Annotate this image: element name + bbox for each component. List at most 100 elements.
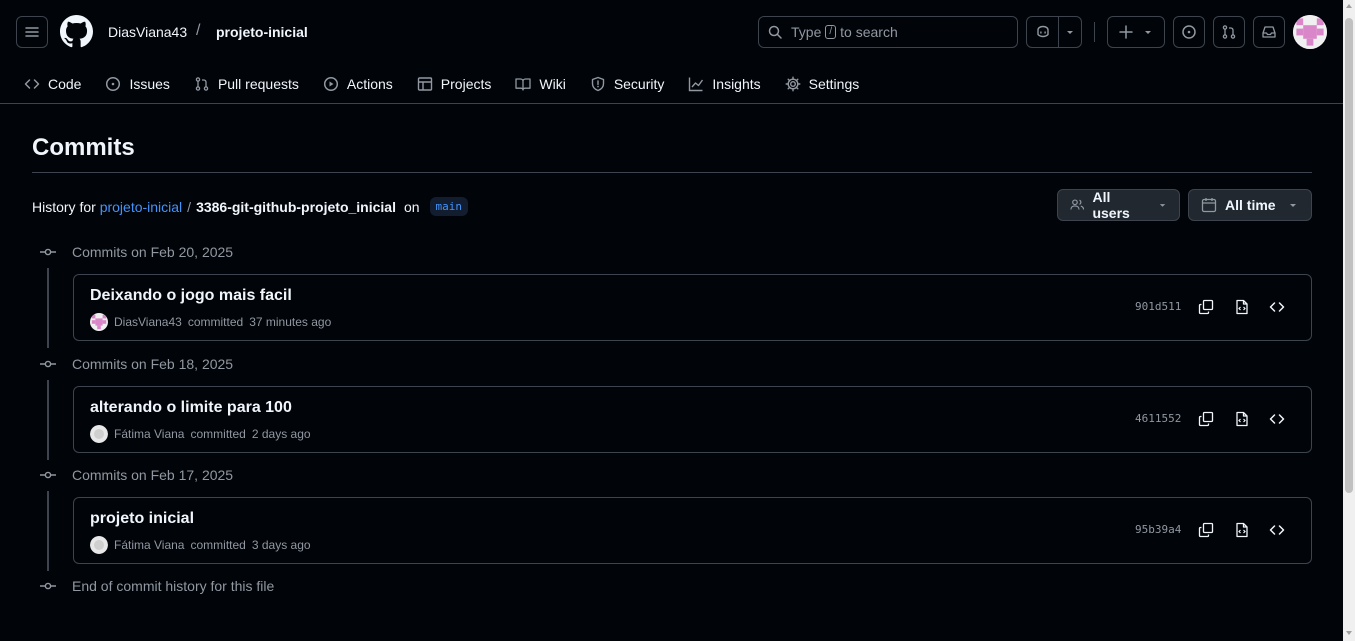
- tab-label: Issues: [129, 76, 170, 92]
- view-commit-details-button[interactable]: [1230, 407, 1254, 431]
- github-logo-icon[interactable]: [60, 15, 93, 48]
- tab-label: Projects: [440, 76, 492, 92]
- tab-wiki[interactable]: Wiki: [507, 68, 573, 100]
- tab-label: Security: [613, 76, 665, 92]
- copy-sha-button[interactable]: [1194, 518, 1218, 542]
- default-avatar-icon: [90, 425, 108, 443]
- scrollbar-thumb[interactable]: [1345, 18, 1353, 493]
- copy-sha-button[interactable]: [1194, 295, 1218, 319]
- view-commit-details-button[interactable]: [1230, 518, 1254, 542]
- scroll-down-arrow-icon[interactable]: [1346, 631, 1352, 635]
- tab-actions[interactable]: Actions: [315, 68, 401, 100]
- commit-action: committed: [187, 315, 244, 329]
- commit-group-date: Commits on Feb 20, 2025: [72, 244, 234, 260]
- history-breadcrumb: History for projeto-inicial / 3386-git-g…: [32, 197, 469, 216]
- browse-repo-at-commit-button[interactable]: [1265, 518, 1289, 542]
- commit-meta: Fátima Viana committed 3 days ago: [90, 536, 311, 554]
- all-time-filter-button[interactable]: All time: [1188, 189, 1312, 221]
- commit-time: 3 days ago: [251, 538, 311, 552]
- view-commit-details-button[interactable]: [1230, 295, 1254, 319]
- history-repo-link[interactable]: projeto-inicial: [100, 199, 182, 215]
- tab-issues[interactable]: Issues: [97, 68, 177, 100]
- issue-icon: [106, 76, 121, 92]
- caret-down-icon: [1289, 204, 1296, 207]
- hamburger-icon: [25, 27, 39, 37]
- commit-meta: Fátima Viana committed 2 days ago: [90, 425, 311, 443]
- commit-message-link[interactable]: alterando o limite para 100: [90, 399, 292, 417]
- play-icon: [323, 76, 338, 92]
- commit-group-node: [40, 356, 56, 372]
- author-avatar[interactable]: [90, 313, 108, 331]
- issue-icon: [1182, 25, 1196, 39]
- browse-repo-at-commit-button[interactable]: [1265, 295, 1289, 319]
- tab-label: Pull requests: [217, 76, 299, 92]
- commit-group-node: [40, 244, 56, 260]
- page-scrollbar[interactable]: [1343, 0, 1355, 641]
- tab-insights[interactable]: Insights: [680, 68, 768, 100]
- timeline-end-node: [40, 578, 56, 594]
- commit-row: alterando o limite para 100 Fátima Viana…: [73, 386, 1312, 453]
- tab-label: Insights: [712, 76, 761, 92]
- tab-pull-requests[interactable]: Pull requests: [186, 68, 307, 100]
- calendar-icon: [1201, 198, 1217, 213]
- tab-settings[interactable]: Settings: [777, 68, 868, 100]
- copy-sha-button[interactable]: [1194, 407, 1218, 431]
- search-shortcut-key: /: [825, 25, 837, 39]
- commit-group-node: [40, 467, 56, 483]
- history-path: 3386-git-github-projeto_inicial: [196, 198, 396, 215]
- copilot-dropdown-button[interactable]: [1059, 17, 1081, 47]
- file-code-icon: [1236, 299, 1248, 315]
- pull-request-icon: [195, 77, 209, 91]
- commit-sha-link[interactable]: 4611552: [1135, 412, 1181, 425]
- author-avatar[interactable]: [90, 425, 108, 443]
- tab-code[interactable]: Code: [16, 68, 89, 100]
- user-avatar[interactable]: [1293, 15, 1327, 49]
- commit-sha-link[interactable]: 95b39a4: [1135, 523, 1181, 536]
- create-new-button[interactable]: [1107, 16, 1165, 48]
- filter-label: All users: [1092, 189, 1130, 221]
- copilot-button-group: [1026, 16, 1082, 48]
- branch-badge[interactable]: main: [429, 197, 469, 216]
- plus-icon: [1119, 25, 1133, 39]
- timeline-line: [47, 491, 49, 571]
- author-avatar[interactable]: [90, 536, 108, 554]
- inbox-button[interactable]: [1253, 16, 1285, 48]
- timeline-line: [47, 380, 49, 460]
- gear-icon: [785, 76, 801, 92]
- copy-icon: [1198, 411, 1214, 427]
- commit-row: Deixando o jogo mais facil DiasViana43 c…: [73, 274, 1312, 341]
- commit-group-date: Commits on Feb 17, 2025: [72, 467, 234, 483]
- commit-group-date: Commits on Feb 18, 2025: [72, 356, 234, 372]
- commit-action: committed: [190, 427, 246, 441]
- commit-author[interactable]: Fátima Viana: [114, 427, 184, 441]
- repo-nav: Code Issues Pull requests Actions Projec…: [16, 64, 875, 104]
- repo-header: DiasViana43 / projeto-inicial Type / to …: [0, 0, 1343, 104]
- code-icon: [1269, 525, 1285, 535]
- tab-security[interactable]: Security: [582, 68, 673, 100]
- all-users-filter-button[interactable]: All users: [1057, 189, 1180, 221]
- search-placeholder-prefix: Type: [791, 24, 822, 40]
- menu-button[interactable]: [16, 16, 48, 48]
- title-divider: [32, 172, 1312, 173]
- commit-author[interactable]: DiasViana43: [114, 315, 182, 329]
- scroll-up-arrow-icon[interactable]: [1346, 4, 1352, 8]
- copy-icon: [1198, 522, 1214, 538]
- copilot-button[interactable]: [1027, 17, 1059, 47]
- caret-down-icon: [1159, 204, 1166, 207]
- tab-projects[interactable]: Projects: [409, 68, 500, 100]
- code-icon: [24, 79, 40, 89]
- caret-down-icon: [1067, 31, 1073, 34]
- issues-button[interactable]: [1173, 16, 1205, 48]
- breadcrumb-separator: /: [196, 22, 201, 39]
- browse-repo-at-commit-button[interactable]: [1265, 407, 1289, 431]
- breadcrumb-owner[interactable]: DiasViana43: [108, 24, 187, 40]
- commit-author[interactable]: Fátima Viana: [114, 538, 184, 552]
- code-icon: [1269, 302, 1285, 312]
- breadcrumb-repo[interactable]: projeto-inicial: [216, 24, 308, 40]
- search-input[interactable]: Type / to search: [758, 16, 1018, 48]
- commit-sha-link[interactable]: 901d511: [1135, 300, 1181, 313]
- pull-requests-button[interactable]: [1213, 16, 1245, 48]
- commit-row: projeto inicial Fátima Viana committed 3…: [73, 497, 1312, 564]
- commit-message-link[interactable]: projeto inicial: [90, 510, 194, 528]
- commit-message-link[interactable]: Deixando o jogo mais facil: [90, 287, 292, 305]
